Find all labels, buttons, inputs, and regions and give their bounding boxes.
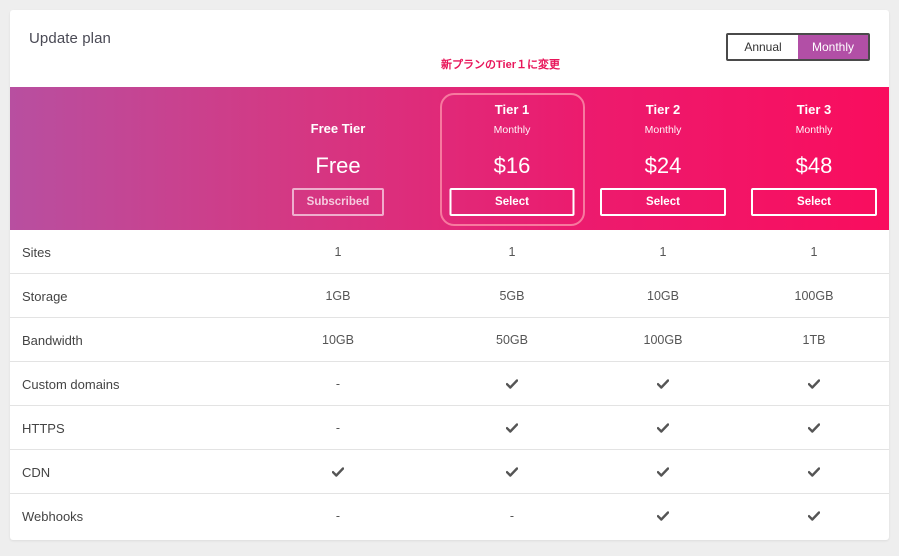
billing-period-toggle: Annual Monthly [726, 33, 870, 61]
feature-value: 1TB [802, 333, 826, 347]
check-icon [442, 450, 582, 494]
check-icon [744, 494, 884, 538]
feature-value: 5GB [499, 289, 525, 303]
feature-value: 50GB [496, 333, 528, 347]
feature-value: - [335, 509, 341, 523]
feature-label: Webhooks [22, 508, 84, 524]
check-icon [744, 362, 884, 406]
update-plan-card: Update plan Annual Monthly 新プランのTier１に変更… [10, 10, 889, 540]
check-icon [593, 362, 733, 406]
plan-free-tier: Free Tier Free Subscribed [268, 87, 408, 230]
page-title: Update plan [29, 30, 111, 47]
subscribed-button[interactable]: Subscribed [292, 188, 384, 216]
plan-price: Free [315, 153, 361, 178]
plan-period: Monthly [795, 124, 833, 136]
feature-value: - [335, 421, 341, 435]
check-icon [442, 406, 582, 450]
feature-value: 1 [508, 245, 516, 259]
feature-value: 10GB [322, 333, 354, 347]
feature-row: HTTPS - [10, 406, 889, 450]
plan-tier-2: Tier 2 Monthly $24 Select [593, 87, 733, 230]
select-tier-1-button[interactable]: Select [449, 188, 575, 216]
feature-label: CDN [22, 464, 51, 480]
feature-value: 100GB [643, 333, 683, 347]
toggle-annual[interactable]: Annual [728, 35, 798, 59]
feature-value: - [509, 509, 515, 523]
feature-table: Sites 1 1 1 1 Storage 1GB 5GB 10GB 100GB Bandwidth… [10, 230, 889, 538]
plan-tier-1: Tier 1 Monthly $16 Select [442, 87, 582, 230]
plan-period: Monthly [644, 124, 682, 136]
check-icon [268, 450, 408, 494]
plan-name: Tier 2 [645, 102, 681, 117]
plan-tier-3: Tier 3 Monthly $48 Select [744, 87, 884, 230]
select-tier-2-button[interactable]: Select [600, 188, 726, 216]
check-icon [593, 406, 733, 450]
plan-name: Tier 3 [796, 102, 832, 117]
feature-row: CDN [10, 450, 889, 494]
feature-row: Sites 1 1 1 1 [10, 230, 889, 274]
check-icon [442, 362, 582, 406]
feature-label: Sites [22, 244, 51, 260]
toggle-monthly[interactable]: Monthly [798, 35, 868, 59]
feature-label: HTTPS [22, 420, 65, 436]
plans-banner: Free Tier Free Subscribed Tier 1 Monthly… [10, 87, 889, 230]
plan-price: $16 [493, 153, 531, 178]
plan-price: $24 [644, 153, 682, 178]
plan-name: Free Tier [310, 121, 366, 136]
feature-row: Storage 1GB 5GB 10GB 100GB [10, 274, 889, 318]
card-header: Update plan Annual Monthly 新プランのTier１に変更 [10, 10, 889, 87]
annotation-text: 新プランのTier１に変更 [441, 59, 560, 71]
plan-price: $48 [795, 153, 833, 178]
feature-value: 100GB [794, 289, 834, 303]
plan-period: Monthly [493, 124, 531, 136]
check-icon [744, 450, 884, 494]
feature-row: Custom domains - [10, 362, 889, 406]
plan-name: Tier 1 [494, 102, 530, 117]
check-icon [593, 494, 733, 538]
feature-row: Bandwidth 10GB 50GB 100GB 1TB [10, 318, 889, 362]
check-icon [744, 406, 884, 450]
feature-label: Storage [22, 288, 68, 304]
check-icon [593, 450, 733, 494]
feature-value: 1 [659, 245, 667, 259]
select-tier-3-button[interactable]: Select [751, 188, 877, 216]
feature-value: 1GB [325, 289, 351, 303]
feature-value: 1 [334, 245, 342, 259]
feature-label: Custom domains [22, 376, 120, 392]
feature-value: 1 [810, 245, 818, 259]
feature-row: Webhooks - - [10, 494, 889, 538]
feature-value: 10GB [647, 289, 679, 303]
feature-label: Bandwidth [22, 332, 83, 348]
feature-value: - [335, 377, 341, 391]
